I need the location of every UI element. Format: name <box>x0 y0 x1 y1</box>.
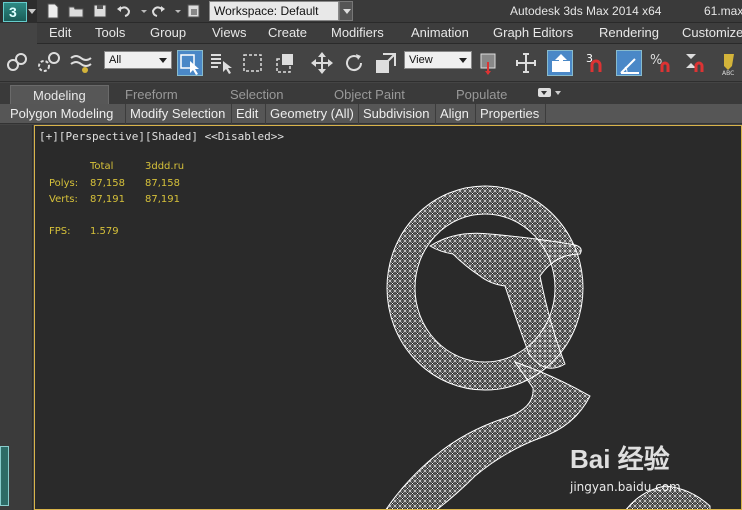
workspace-dropdown-arrow[interactable] <box>339 1 353 21</box>
selection-filter-dropdown[interactable]: All <box>104 51 172 69</box>
redo-icon[interactable] <box>150 3 166 19</box>
scene-explorer-tab[interactable] <box>0 446 9 506</box>
stats-verts-label: Verts: <box>49 194 78 205</box>
menu-rendering[interactable]: Rendering <box>599 25 659 40</box>
stats-verts-object: 87,191 <box>145 194 180 205</box>
reference-coordinate-dropdown[interactable]: View <box>404 51 472 69</box>
menu-create[interactable]: Create <box>268 25 307 40</box>
menu-group[interactable]: Group <box>150 25 186 40</box>
new-file-icon[interactable] <box>45 3 61 19</box>
panel-geometry-all[interactable]: Geometry (All) <box>266 104 359 124</box>
ribbon-panel-bar: Polygon Modeling Modify Selection Edit G… <box>0 104 742 124</box>
chevron-down-icon <box>555 91 561 95</box>
angle-snap-toggle-icon[interactable] <box>616 50 642 76</box>
menu-animation[interactable]: Animation <box>411 25 469 40</box>
stats-header-object: 3ddd.ru <box>145 161 185 172</box>
title-bar: 3 Workspace: Default Autodesk 3ds Max 20… <box>0 0 742 23</box>
panel-polygon-modeling[interactable]: Polygon Modeling <box>6 104 126 124</box>
keyboard-shortcut-override-icon[interactable] <box>547 50 573 76</box>
edit-named-selection-icon[interactable]: ABC <box>716 50 742 77</box>
panel-edit[interactable]: Edit <box>232 104 266 124</box>
select-and-rotate-icon[interactable] <box>341 50 367 76</box>
menu-modifiers[interactable]: Modifiers <box>331 25 384 40</box>
percent-snap-toggle-icon[interactable]: % <box>648 50 674 76</box>
stats-header-total: Total <box>90 161 114 172</box>
unlink-selection-icon[interactable] <box>36 50 62 76</box>
chevron-down-icon <box>28 9 36 14</box>
tab-modeling[interactable]: Modeling <box>10 85 109 104</box>
watermark-brand: Bai 经验 <box>570 444 670 474</box>
tab-freeform[interactable]: Freeform <box>125 85 178 104</box>
undo-icon[interactable] <box>116 3 132 19</box>
open-folder-icon[interactable] <box>68 3 84 19</box>
save-icon[interactable] <box>92 3 108 19</box>
stats-fps-value: 1.579 <box>90 226 119 237</box>
main-toolbar: All View 3 % ABC <box>0 44 742 82</box>
spinner-snap-toggle-icon[interactable] <box>680 50 706 76</box>
tab-populate[interactable]: Populate <box>456 85 507 104</box>
ribbon-options-button[interactable] <box>538 88 562 100</box>
select-and-scale-icon[interactable] <box>373 50 399 76</box>
svg-text:%: % <box>650 53 662 68</box>
stats-polys-total: 87,158 <box>90 178 125 189</box>
window-crossing-icon[interactable] <box>272 50 298 76</box>
stats-verts-total: 87,191 <box>90 194 125 205</box>
menu-tools[interactable]: Tools <box>95 25 125 40</box>
app-title: Autodesk 3ds Max 2014 x64 <box>510 4 662 18</box>
menu-edit[interactable]: Edit <box>49 25 71 40</box>
panel-properties[interactable]: Properties <box>476 104 546 124</box>
rectangular-selection-icon[interactable] <box>240 50 266 76</box>
workspace-dropdown[interactable]: Workspace: Default <box>209 1 339 21</box>
stats-polys-label: Polys: <box>49 178 79 189</box>
viewport-label[interactable]: [+][Perspective][Shaded] <<Disabled>> <box>39 130 284 143</box>
file-title: 61.max <box>704 4 742 18</box>
select-object-icon[interactable] <box>177 50 203 76</box>
stats-polys-object: 87,158 <box>145 178 180 189</box>
undo-dropdown-icon[interactable] <box>136 3 147 19</box>
3dsmax-logo-icon: 3 <box>3 2 27 22</box>
snaps-toggle-icon[interactable]: 3 <box>584 50 610 76</box>
ribbon-tab-bar: Modeling Freeform Selection Object Paint… <box>0 83 742 104</box>
select-and-manipulate-icon[interactable] <box>513 50 539 76</box>
tab-object-paint[interactable]: Object Paint <box>334 85 405 104</box>
menu-views[interactable]: Views <box>212 25 246 40</box>
minimize-ribbon-icon <box>538 88 551 97</box>
redo-dropdown-icon[interactable] <box>170 3 181 19</box>
panel-subdivision[interactable]: Subdivision <box>359 104 436 124</box>
svg-text:ABC: ABC <box>722 70 734 76</box>
tab-selection[interactable]: Selection <box>230 85 283 104</box>
project-folder-icon[interactable] <box>186 3 202 19</box>
select-and-move-icon[interactable] <box>309 50 335 76</box>
select-by-name-icon[interactable] <box>208 50 234 76</box>
bind-to-space-warp-icon[interactable] <box>68 50 94 76</box>
select-and-link-icon[interactable] <box>4 50 30 76</box>
menu-graph-editors[interactable]: Graph Editors <box>493 25 573 40</box>
panel-modify-selection[interactable]: Modify Selection <box>126 104 232 124</box>
menu-bar: Edit Tools Group Views Create Modifiers … <box>37 23 742 44</box>
stats-fps-label: FPS: <box>49 226 71 237</box>
use-pivot-point-icon[interactable] <box>477 50 503 76</box>
panel-align[interactable]: Align <box>436 104 476 124</box>
app-menu-button[interactable]: 3 <box>0 0 37 23</box>
watermark-url: jingyan.baidu.com <box>570 480 681 494</box>
menu-customize[interactable]: Customize <box>682 25 742 40</box>
